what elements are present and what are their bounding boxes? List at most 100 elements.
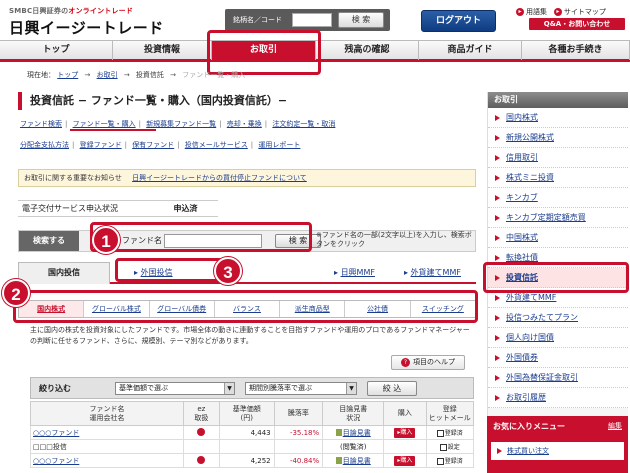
col-fund-name[interactable]: ファンド名 運用会社名 <box>30 401 184 426</box>
subnav-mail-service[interactable]: 投信メールサービス <box>185 141 248 149</box>
prospectus-link[interactable]: 目論見書 <box>343 429 371 437</box>
prospectus-link[interactable]: 目論見書 <box>343 457 371 465</box>
nav-tab-balance[interactable]: 残高の確認 <box>316 41 419 60</box>
tab-foreign-mmf-label: 外貨建てMMF <box>410 268 461 277</box>
prospectus-cell[interactable]: 目論見書 <box>322 425 385 440</box>
filter-apply-button[interactable]: 絞 込 <box>367 381 417 396</box>
buy-button[interactable]: ▸購入 <box>394 455 416 466</box>
empty-cell <box>182 439 220 454</box>
sidebar-item-china-stock[interactable]: 中国株式 <box>488 228 628 248</box>
sidebar-item-history[interactable]: お取引履歴 <box>488 388 628 408</box>
tab-nikko-mmf-label: 日興MMF <box>340 268 375 277</box>
fund-type-tabs: 国内投信 ▸ 外国投信 ▸ 日興MMF ▸ 外貨建てMMF <box>18 262 476 284</box>
filter-bar: 絞り込む 基準価額で選ぶ ▼ 期間別騰落率で選ぶ ▼ 絞 込 <box>30 377 474 399</box>
ez-available-icon <box>197 455 206 464</box>
col-buy: 購入 <box>383 401 427 426</box>
col-price[interactable]: 基準価額 (円) <box>218 401 275 426</box>
header-search-input[interactable] <box>292 13 332 27</box>
sidebar-item-kinkabu-regular[interactable]: キンカブ定期定額売買 <box>488 208 628 228</box>
tab-nikko-mmf[interactable]: ▸ 日興MMF <box>334 267 375 278</box>
field-help-button[interactable]: ? 項目のヘルプ <box>391 355 465 370</box>
sidebar-item-foreign-bond[interactable]: 外国債券 <box>488 348 628 368</box>
logout-button[interactable]: ログアウト <box>421 10 496 32</box>
buy-cell: ▸購入 <box>383 425 427 440</box>
price-filter-select[interactable]: 基準価額で選ぶ ▼ <box>115 382 235 395</box>
marker-2: 2 <box>2 279 30 307</box>
return-filter-select[interactable]: 期間別騰落率で選ぶ ▼ <box>245 382 357 395</box>
nav-tab-top[interactable]: トップ <box>0 41 113 60</box>
tab-domestic-funds[interactable]: 国内投信 <box>18 262 110 284</box>
favorite-edit-link[interactable]: 編集 <box>608 421 622 431</box>
sidebar-title: お取引 <box>488 92 628 108</box>
glossary-link[interactable]: ▸ 用語集 <box>516 7 547 17</box>
prospectus-cell[interactable]: 目論見書 <box>322 453 385 468</box>
subnav-orders[interactable]: 注文約定一覧・取消 <box>272 120 335 128</box>
help-icon: ? <box>401 358 410 367</box>
sitemap-link[interactable]: ▸ サイトマップ <box>553 7 606 17</box>
status-label: 電子交付サービス申込状況 <box>22 204 118 213</box>
sidebar-item-domestic-stock[interactable]: 国内株式 <box>488 108 628 128</box>
buy-button[interactable]: ▸購入 <box>394 427 416 438</box>
brand-logo[interactable]: 日興イージートレード <box>9 17 164 38</box>
category-description: 主に国内の株式を投資対象にしたファンドです。市場全体の動きに連動することを目指す… <box>30 326 470 345</box>
favorite-menu: お気に入りメニュー 編集 株式買い注文 <box>487 416 628 473</box>
sitemap-icon: ▸ <box>553 8 562 16</box>
sidebar-item-accumulation-plan[interactable]: 投信つみたてプラン <box>488 308 628 328</box>
subnav-fund-search[interactable]: ファンド検索 <box>20 120 62 128</box>
tab-foreign-mmf[interactable]: ▸ 外貨建てMMF <box>404 267 461 278</box>
breadcrumb: 現在地： トップ → お取引 → 投資信託 → ファンド一覧・購入 <box>27 70 245 80</box>
mail-setting-cell: 設定 <box>425 439 475 454</box>
table-header-row: ファンド名 運用会社名 ez 取扱 基準価額 (円) 騰落率 目論見書 状況 購入 登録… <box>30 401 475 426</box>
col-change[interactable]: 騰落率 <box>273 401 324 426</box>
book-icon: ▸ <box>516 8 524 16</box>
breadcrumb-separator: → <box>123 71 130 79</box>
fund-search-hint: ※ファンド名の一部(2文字以上)を入力し、検索ボタンをクリック <box>316 231 472 248</box>
breadcrumb-top[interactable]: トップ <box>57 71 78 79</box>
breadcrumb-funds: 投資信託 <box>135 71 164 79</box>
table-row: ○○○ファンド 4,252 -40.84% 目論見書 ▸購入 登録済 <box>30 453 475 468</box>
sidebar-item-kinkabu[interactable]: キンカブ <box>488 188 628 208</box>
subnav-secondary: 分配金支払方法 | 登録ファンド | 保有ファンド | 投信メールサービス | 運用レポ… <box>20 141 301 149</box>
register-cell: 登録済 <box>425 453 475 468</box>
notice-link[interactable]: 日興イージートレードからの買付停止ファンドについて <box>132 174 307 182</box>
fund-name-cell[interactable]: ○○○ファンド <box>30 453 184 468</box>
fund-name-cell[interactable]: ○○○ファンド <box>30 425 184 440</box>
mail-setting-link[interactable]: 設定 <box>448 444 460 451</box>
subnav-fund-list[interactable]: ファンド一覧・購入 <box>73 120 136 128</box>
sidebar-item-fx-margin[interactable]: 外国為替保証金取引 <box>488 368 628 388</box>
price-cell: 4,443 <box>218 425 275 440</box>
subnav-reports[interactable]: 運用レポート <box>258 141 300 149</box>
qa-contact-button[interactable]: Q&A・お問い合わせ <box>529 18 625 30</box>
breadcrumb-trading[interactable]: お取引 <box>97 71 118 79</box>
register-status: 登録済 <box>444 458 463 465</box>
table-row: ○○○ファンド 4,443 -35.18% 目論見書 ▸購入 登録済 <box>30 425 475 440</box>
checkbox-icon[interactable] <box>439 444 447 451</box>
favorite-menu-title: お気に入りメニュー <box>493 422 565 431</box>
subnav-held-funds[interactable]: 保有ファンド <box>132 141 174 149</box>
page-title: 投資信託 − ファンド一覧・購入（国内投資信託）− <box>18 92 476 110</box>
breadcrumb-prefix: 現在地： <box>27 71 55 79</box>
empty-cell <box>383 439 427 454</box>
register-cell: 登録済 <box>425 425 475 440</box>
fund-name-link[interactable]: ○○○ファンド <box>33 457 79 465</box>
sidebar-item-jgb[interactable]: 個人向け国債 <box>488 328 628 348</box>
subnav-registered-funds[interactable]: 登録ファンド <box>80 141 122 149</box>
sidebar-item-ipo[interactable]: 新規公開株式 <box>488 128 628 148</box>
checkbox-icon[interactable] <box>436 430 444 437</box>
nav-tab-investment-info[interactable]: 投資情報 <box>113 41 212 60</box>
empty-cell <box>273 439 324 454</box>
subnav-new-funds[interactable]: 新規募集ファンド一覧 <box>146 120 216 128</box>
subnav-dividend-method[interactable]: 分配金支払方法 <box>20 141 69 149</box>
col-prospectus: 目論見書 状況 <box>322 401 385 426</box>
sitemap-link-label: サイトマップ <box>563 8 606 16</box>
header-search-button[interactable]: 検 索 <box>338 12 384 28</box>
sidebar-item-margin[interactable]: 信用取引 <box>488 148 628 168</box>
brand-tagline-text: SMBC日興証券の <box>9 7 69 15</box>
favorite-item-stock-buy[interactable]: 株式買い注文 <box>491 442 624 460</box>
sidebar-item-mini-stock[interactable]: 株式ミニ投資 <box>488 168 628 188</box>
fund-name-link[interactable]: ○○○ファンド <box>33 429 79 437</box>
checkbox-icon[interactable] <box>436 458 444 465</box>
nav-tab-procedures[interactable]: 各種お手続き <box>522 41 630 60</box>
nav-tab-product-guide[interactable]: 商品ガイド <box>419 41 522 60</box>
subnav-sell-switch[interactable]: 売却・乗換 <box>227 120 262 128</box>
